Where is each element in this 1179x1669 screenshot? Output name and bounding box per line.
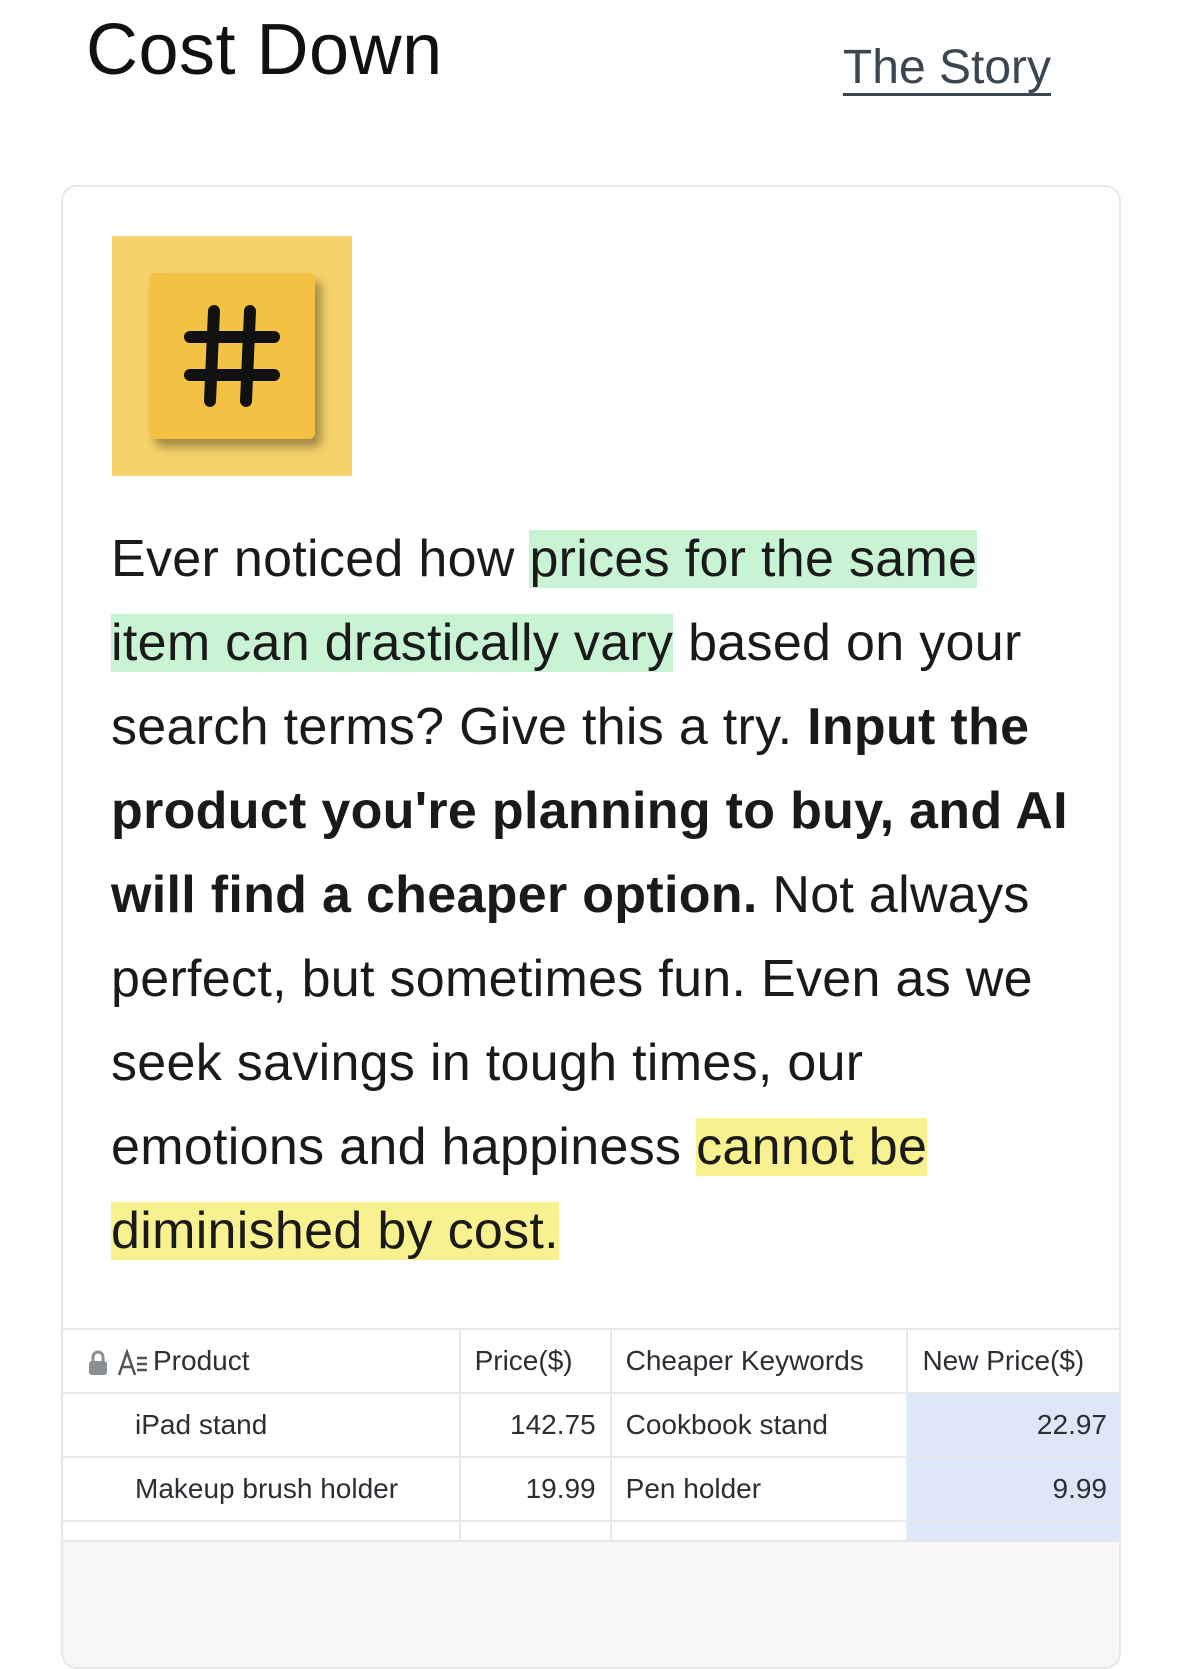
header-icons — [87, 1348, 149, 1377]
price-cell[interactable]: 19.99 — [459, 1456, 612, 1521]
cheaper-keyword-cell[interactable]: Cookbook stand — [610, 1392, 909, 1457]
price-cell[interactable]: 142.75 — [459, 1392, 612, 1457]
product-cell[interactable]: Makeup brush holder — [63, 1456, 461, 1521]
new-price-cell[interactable]: 22.97 — [907, 1392, 1119, 1457]
table-footer — [63, 1540, 1119, 1667]
column-header-product[interactable]: Product — [63, 1328, 461, 1393]
page-title: Cost Down — [86, 10, 443, 90]
table-header-row: Product Price($) Cheaper Keywords New Pr… — [63, 1328, 1119, 1393]
page-header: Cost Down The Story — [0, 0, 1179, 130]
column-header-price[interactable]: Price($) — [459, 1328, 612, 1393]
product-cell[interactable]: iPad stand — [63, 1392, 461, 1457]
column-header-new-price[interactable]: New Price($) — [907, 1328, 1119, 1393]
content-card: Ever noticed how prices for the same ite… — [61, 185, 1121, 1669]
lock-icon — [89, 1350, 107, 1375]
intro-text: Ever noticed how — [111, 530, 530, 588]
hashtag-icon — [184, 305, 280, 407]
new-price-cell[interactable]: 9.99 — [907, 1456, 1119, 1521]
cheaper-keyword-cell[interactable]: Pen holder — [610, 1456, 909, 1521]
the-story-link[interactable]: The Story — [843, 40, 1051, 95]
column-header-cheaper-keywords[interactable]: Cheaper Keywords — [610, 1328, 909, 1393]
product-header-label: Product — [153, 1345, 250, 1376]
hashtag-sticky-note-icon — [112, 236, 352, 476]
table-row: iPad stand 142.75 Cookbook stand 22.97 — [63, 1392, 1119, 1457]
table-row: Makeup brush holder 19.99 Pen holder 9.9… — [63, 1456, 1119, 1521]
description-paragraph: Ever noticed how prices for the same ite… — [111, 517, 1071, 1273]
text-field-icon — [117, 1348, 147, 1376]
sticky-note — [149, 273, 315, 439]
